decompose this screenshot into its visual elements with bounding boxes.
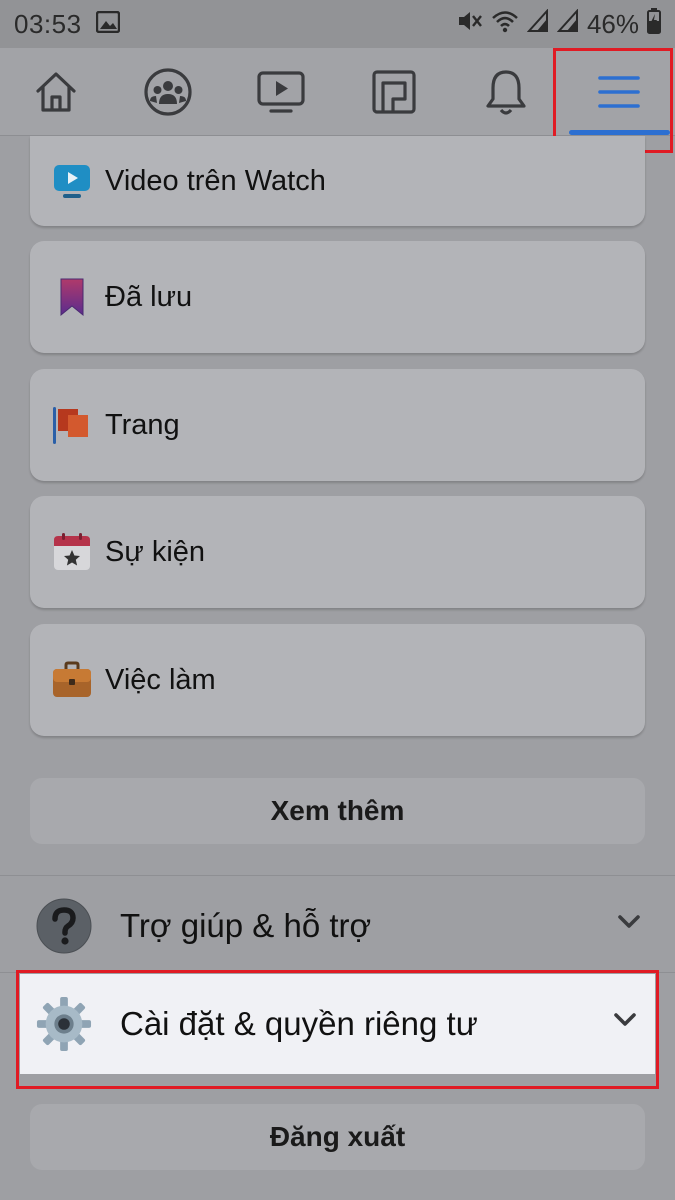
groups-icon [143,67,193,117]
settings-privacy-label: Cài đặt & quyền riêng tư [120,1005,478,1042]
active-tab-indicator [569,130,670,135]
menu-item-jobs[interactable]: Việc làm [30,624,645,736]
divider [0,972,675,973]
menu-item-pages[interactable]: Trang [30,369,645,481]
menu-item-saved[interactable]: Đã lưu [30,241,645,353]
signal-icon [526,7,549,40]
marketplace-icon [371,69,417,115]
menu-item-label: Sự kiện [105,535,206,568]
help-support-row[interactable]: Trợ giúp & hỗ trợ [0,876,675,976]
status-time: 03:53 [14,8,82,39]
briefcase-icon [52,660,92,700]
signal-icon-2 [556,7,579,40]
battery-charging-icon [647,7,661,41]
calendar-star-icon [52,532,92,572]
tab-menu[interactable] [563,48,675,136]
see-more-button[interactable]: Xem thêm [30,778,645,844]
battery-percent: 46% [586,8,639,39]
bookmark-icon [52,277,92,317]
watch-video-icon [52,161,92,201]
tab-notifications[interactable] [450,48,562,136]
bell-icon [483,68,529,116]
wifi-icon [491,9,519,40]
tab-bar [0,48,675,136]
settings-privacy-row[interactable]: Cài đặt & quyền riêng tư [20,974,655,1074]
gear-icon [36,996,92,1052]
chevron-down-icon [613,1012,637,1033]
status-bar: 03:53 46% [0,0,675,48]
help-support-label: Trợ giúp & hỗ trợ [120,907,372,944]
mute-icon [457,9,483,40]
home-icon [32,69,80,115]
flag-icon [52,405,92,445]
tab-watch[interactable] [225,48,337,136]
image-notification-icon [95,9,120,40]
question-icon [36,898,92,954]
logout-button[interactable]: Đăng xuất [30,1104,645,1170]
menu-item-label: Trang [105,408,180,441]
menu-item-label: Việc làm [105,663,216,696]
tab-groups[interactable] [112,48,224,136]
tab-home[interactable] [0,48,112,136]
menu-item-events[interactable]: Sự kiện [30,496,645,608]
video-icon [256,69,306,115]
chevron-down-icon [617,914,641,935]
tab-marketplace[interactable] [338,48,450,136]
menu-item-watch[interactable]: Video trên Watch [30,136,645,226]
menu-item-label: Video trên Watch [105,164,326,197]
menu-item-label: Đã lưu [105,280,193,313]
hamburger-menu-icon [597,74,641,110]
